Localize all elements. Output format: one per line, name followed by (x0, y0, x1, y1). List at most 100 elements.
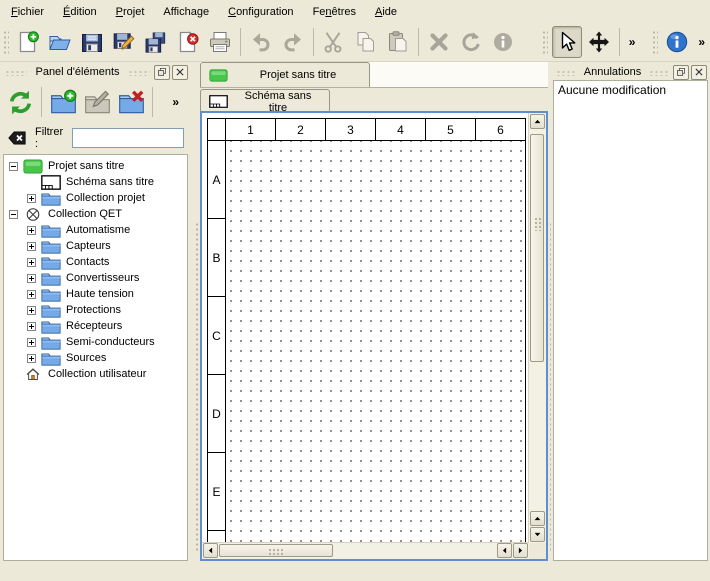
tree-item-semi-conducteurs[interactable]: Semi-conducteurs (4, 334, 187, 350)
dock-grip[interactable] (5, 69, 27, 76)
dock-grip[interactable] (556, 69, 576, 76)
close-panel-button[interactable] (172, 65, 188, 80)
tab-schema-sans-titre[interactable]: Schéma sans titre (200, 89, 330, 113)
scroll-down-button[interactable] (530, 527, 545, 542)
close-panel-button[interactable] (691, 65, 707, 80)
toolbar-overflow-button[interactable]: » (624, 35, 641, 49)
copy-button[interactable] (351, 26, 381, 58)
tree-item-protections[interactable]: Protections (4, 302, 187, 318)
vertical-scrollbar[interactable] (528, 113, 546, 543)
left-splitter[interactable] (191, 62, 200, 581)
save-button[interactable] (77, 26, 107, 58)
tree-item-convertisseurs[interactable]: Convertisseurs (4, 270, 187, 286)
menu-configuration[interactable]: Configuration (219, 2, 303, 22)
tree-item-sources[interactable]: Sources (4, 350, 187, 366)
expander-plus-icon[interactable] (27, 306, 36, 315)
scroll-left-icon (500, 546, 509, 555)
schematic-view[interactable]: 123456ABCDE (200, 111, 548, 561)
folder-icon (41, 223, 61, 238)
clear-filter-icon[interactable] (7, 129, 27, 147)
scroll-up-button[interactable] (530, 511, 545, 526)
tree-item-collection-utilisateur[interactable]: Collection utilisateur (4, 366, 187, 382)
tree-item-haute-tension[interactable]: Haute tension (4, 286, 187, 302)
workspace: Projet sans titre Schéma sans titre 1234… (200, 62, 548, 581)
redo-button[interactable] (278, 26, 308, 58)
reload-collections-button[interactable] (4, 85, 36, 119)
print-button[interactable] (205, 26, 235, 58)
tree-item-recepteurs[interactable]: Récepteurs (4, 318, 187, 334)
tree-item-schema-sans-titre[interactable]: Schéma sans titre (4, 174, 187, 190)
toolbar-overflow-button[interactable]: » (172, 95, 179, 109)
menu-edition[interactable]: Édition (54, 2, 107, 22)
undo-button[interactable] (246, 26, 276, 58)
toolbar-handle[interactable] (541, 29, 548, 55)
scroll-left-button[interactable] (203, 543, 218, 558)
horizontal-scrollbar[interactable] (202, 542, 529, 559)
edit-category-button[interactable] (81, 85, 113, 119)
scroll-right-button[interactable] (513, 543, 528, 558)
vertical-scrollbar-thumb[interactable] (530, 134, 544, 362)
close-file-button[interactable] (173, 26, 203, 58)
schematic-canvas[interactable]: 123456ABCDE (202, 113, 529, 543)
expander-minus-icon[interactable] (9, 210, 18, 219)
tree-item-label: Collection utilisateur (48, 368, 146, 380)
tree-item-contacts[interactable]: Contacts (4, 254, 187, 270)
open-button[interactable] (45, 26, 75, 58)
new-category-button[interactable] (47, 85, 79, 119)
scroll-left-button[interactable] (497, 543, 512, 558)
tree-item-collection-projet[interactable]: Collection projet (4, 190, 187, 206)
undo-panel: Annulations Aucune modification (551, 62, 710, 581)
filter-input[interactable] (72, 128, 184, 148)
horizontal-scrollbar-thumb[interactable] (219, 544, 333, 557)
dock-grip[interactable] (128, 69, 150, 76)
expander-plus-icon[interactable] (27, 274, 36, 283)
scroll-up-button[interactable] (530, 114, 545, 129)
menu-fichier[interactable]: Fichier (2, 2, 54, 22)
expander-plus-icon[interactable] (27, 290, 36, 299)
toolbar-overflow-button[interactable]: » (693, 35, 710, 49)
tree-item-label: Collection projet (66, 192, 145, 204)
expander-plus-icon[interactable] (27, 242, 36, 251)
tab-project-sans-titre[interactable]: Projet sans titre (200, 62, 370, 87)
undo-list-item[interactable]: Aucune modification (554, 81, 707, 98)
expander-minus-icon[interactable] (9, 162, 18, 171)
delete-button[interactable] (424, 26, 454, 58)
paste-button[interactable] (383, 26, 413, 58)
save-all-button[interactable] (141, 26, 171, 58)
tree-item-projet-sans-titre[interactable]: Projet sans titre (4, 158, 187, 174)
float-panel-button[interactable] (154, 65, 170, 80)
about-button[interactable] (662, 26, 692, 58)
menu-affichage[interactable]: Affichage (154, 2, 219, 22)
scroll-left-icon (206, 546, 215, 555)
rotate-button[interactable] (456, 26, 486, 58)
expander-plus-icon[interactable] (27, 338, 36, 347)
element-info-button[interactable] (488, 26, 518, 58)
undo-panel-titlebar[interactable]: Annulations (551, 62, 710, 81)
expander-plus-icon[interactable] (27, 226, 36, 235)
visualisation-mode-button[interactable] (584, 26, 614, 58)
tree-item-collection-qet[interactable]: Collection QET (4, 206, 187, 222)
expander-plus-icon[interactable] (27, 354, 36, 363)
save-all-icon (144, 30, 168, 54)
toolbar-handle[interactable] (651, 29, 658, 55)
save-as-button[interactable] (109, 26, 139, 58)
expander-plus-icon[interactable] (27, 322, 36, 331)
toolbar-separator (41, 87, 42, 117)
tree-item-automatisme[interactable]: Automatisme (4, 222, 187, 238)
menu-fenetres[interactable]: Fenêtres (304, 2, 366, 22)
delete-icon (427, 30, 451, 54)
expander-plus-icon[interactable] (27, 194, 36, 203)
selection-mode-button[interactable] (552, 26, 582, 58)
tree-item-label: Convertisseurs (66, 272, 139, 284)
cut-button[interactable] (319, 26, 349, 58)
expander-plus-icon[interactable] (27, 258, 36, 267)
float-panel-button[interactable] (673, 65, 689, 80)
new-project-button[interactable] (13, 26, 43, 58)
dock-grip[interactable] (649, 69, 669, 76)
tree-item-capteurs[interactable]: Capteurs (4, 238, 187, 254)
elements-panel-titlebar[interactable]: Panel d'éléments (0, 62, 191, 81)
toolbar-handle[interactable] (2, 29, 9, 55)
delete-category-button[interactable] (115, 85, 147, 119)
menu-projet[interactable]: Projet (107, 2, 155, 22)
menu-aide[interactable]: Aide (366, 2, 407, 22)
